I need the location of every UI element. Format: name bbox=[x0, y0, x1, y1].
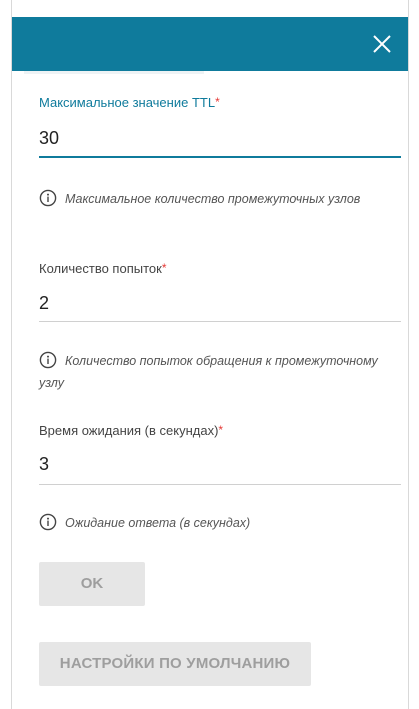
close-button[interactable] bbox=[366, 28, 398, 60]
timeout-hint: Ожидание ответа (в секундах) bbox=[39, 512, 379, 534]
dialog-header bbox=[12, 17, 408, 71]
timeout-label: Время ожидания (в секундах)* bbox=[39, 423, 224, 438]
required-mark: * bbox=[161, 261, 167, 275]
info-icon bbox=[39, 189, 57, 207]
max-ttl-underline bbox=[39, 156, 401, 158]
screen: Максимальное значение TTL* 30 Максимальн… bbox=[0, 0, 419, 709]
attempts-input[interactable]: 2 bbox=[39, 293, 49, 314]
max-ttl-hint-text: Максимальное количество промежуточных уз… bbox=[65, 192, 361, 206]
close-icon bbox=[373, 35, 391, 53]
attempts-hint-text: Количество попыток обращения к промежуто… bbox=[39, 354, 378, 390]
ok-button[interactable]: OK bbox=[39, 562, 145, 606]
attempts-field[interactable]: Количество попыток* 2 bbox=[39, 258, 401, 328]
max-ttl-hint: Максимальное количество промежуточных уз… bbox=[39, 188, 379, 210]
settings-dialog: Максимальное значение TTL* 30 Максимальн… bbox=[11, 0, 409, 709]
max-ttl-input[interactable]: 30 bbox=[39, 128, 59, 149]
attempts-underline bbox=[39, 321, 401, 322]
timeout-field[interactable]: Время ожидания (в секундах)* 3 bbox=[39, 420, 401, 490]
required-mark: * bbox=[218, 423, 224, 437]
attempts-label: Количество попыток* bbox=[39, 261, 167, 276]
required-mark: * bbox=[215, 95, 220, 109]
scroll-shadow bbox=[24, 71, 204, 74]
info-icon bbox=[39, 351, 57, 369]
max-ttl-label: Максимальное значение TTL* bbox=[39, 95, 220, 110]
info-icon bbox=[39, 513, 57, 531]
attempts-hint: Количество попыток обращения к промежуто… bbox=[39, 350, 379, 394]
timeout-underline bbox=[39, 484, 401, 485]
restore-defaults-button[interactable]: НАСТРОЙКИ ПО УМОЛЧАНИЮ bbox=[39, 642, 311, 686]
max-ttl-field[interactable]: Максимальное значение TTL* 30 bbox=[39, 92, 401, 162]
timeout-input[interactable]: 3 bbox=[39, 454, 49, 475]
timeout-hint-text: Ожидание ответа (в секундах) bbox=[65, 516, 251, 530]
